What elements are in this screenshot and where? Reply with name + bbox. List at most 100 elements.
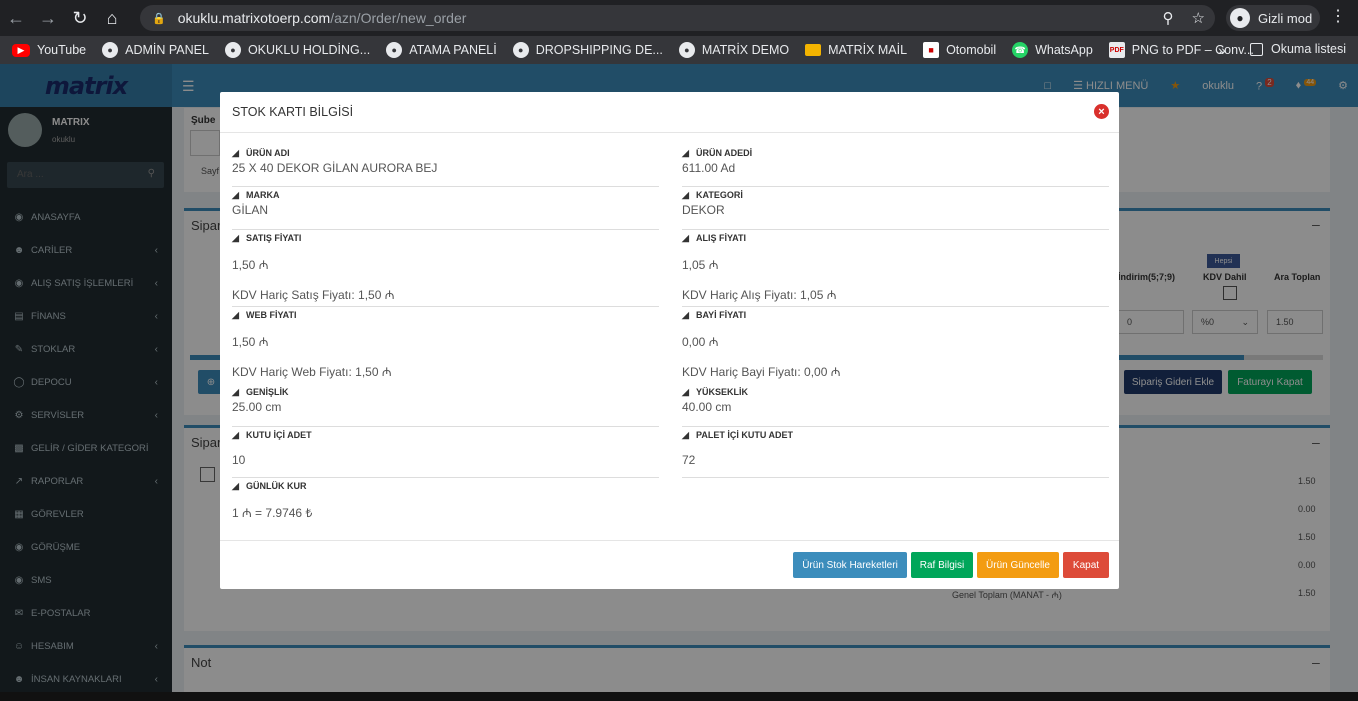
field-genislik: ◢ GENİŞLİK 25.00 cm	[232, 387, 659, 414]
address-bar[interactable]: 🔒 okuklu.matrixotoerp.com /azn/Order/new…	[140, 5, 1215, 31]
reload-icon[interactable]: ↻	[64, 0, 96, 36]
star-icon[interactable]: ☆	[1192, 9, 1205, 27]
divider	[232, 426, 659, 427]
url-host: okuklu.matrixotoerp.com	[177, 10, 331, 26]
incognito-icon: ●	[1230, 8, 1250, 28]
field-urun-adedi: ◢ ÜRÜN ADEDİ 611.00 Ad	[682, 148, 1109, 175]
tag-icon: ◢	[232, 189, 239, 200]
field-yukseklik: ◢ YÜKSEKLİK 40.00 cm	[682, 387, 1109, 414]
tag-icon: ◢	[682, 309, 689, 320]
field-web-fiyati: ◢ WEB FİYATI 1,50 ₼ KDV Hariç Web Fiyatı:…	[232, 310, 659, 380]
divider	[232, 186, 659, 187]
tag-icon: ◢	[232, 429, 239, 440]
web-kdv-haric: KDV Hariç Web Fiyatı: 1,50 ₼	[232, 365, 392, 379]
urun-adi-value: 25 X 40 DEKOR GİLAN AURORA BEJ	[232, 161, 438, 175]
divider	[682, 426, 1109, 427]
reading-list-icon	[1250, 42, 1263, 56]
alis-fiyati-value: 1,05 ₼	[682, 258, 719, 272]
bayi-fiyati-value: 0,00 ₼	[682, 335, 719, 349]
divider	[220, 540, 1119, 541]
raf-bilgisi-button[interactable]: Raf Bilgisi	[911, 552, 973, 578]
browser-menu-icon[interactable]: ⋮	[1330, 6, 1346, 26]
stok-karti-modal: STOK KARTI BİLGİSİ × ◢ ÜRÜN ADI 25 X 40 D…	[220, 92, 1119, 589]
field-palet-ici-kutu-adet: ◢ PALET İÇİ KUTU ADET 72	[682, 430, 1109, 467]
incognito-indicator[interactable]: ● Gizli mod	[1226, 5, 1320, 31]
tag-icon: ◢	[682, 147, 689, 158]
kutu-ici-adet-value: 10	[232, 453, 246, 467]
globe-icon: ●	[678, 42, 695, 58]
home-icon[interactable]: ⌂	[96, 0, 128, 36]
globe-icon: ●	[386, 42, 403, 58]
divider	[220, 132, 1119, 133]
tag-icon: ◢	[232, 309, 239, 320]
tag-icon: ◢	[682, 189, 689, 200]
globe-icon: ●	[512, 42, 529, 58]
png-pdf-icon: PDF	[1108, 42, 1125, 58]
reading-list-button[interactable]: Okuma listesi	[1250, 42, 1346, 56]
bookmark-matrix-mail[interactable]: MATRİX MAİL	[805, 43, 907, 57]
lock-icon: 🔒	[152, 12, 166, 25]
alis-kdv-haric: KDV Hariç Alış Fiyatı: 1,05 ₼	[682, 288, 837, 302]
bookmark-okuklu-holding[interactable]: ● OKUKLU HOLDİNG...	[224, 42, 370, 58]
otomobil-icon: ■	[923, 42, 940, 58]
kategori-value: DEKOR	[682, 203, 725, 217]
field-alis-fiyati: ◢ ALIŞ FİYATI 1,05 ₼ KDV Hariç Alış Fiyat…	[682, 233, 1109, 303]
youtube-icon: ▶	[12, 43, 30, 57]
divider	[232, 306, 659, 307]
bayi-kdv-haric: KDV Hariç Bayi Fiyatı: 0,00 ₼	[682, 365, 841, 379]
zoom-icon[interactable]: ⚲	[1163, 9, 1174, 27]
genislik-value: 25.00 cm	[232, 400, 282, 414]
taskbar-strip	[0, 692, 1358, 701]
tag-icon: ◢	[232, 147, 239, 158]
urun-stok-hareketleri-button[interactable]: Ürün Stok Hareketleri	[793, 552, 907, 578]
divider	[682, 229, 1109, 230]
palet-ici-kutu-adet-value: 72	[682, 453, 696, 467]
url-path: /azn/Order/new_order	[330, 10, 467, 26]
field-urun-adi: ◢ ÜRÜN ADI 25 X 40 DEKOR GİLAN AURORA BEJ	[232, 148, 659, 175]
bookmark-png-to-pdf[interactable]: PDF PNG to PDF – Conv...	[1108, 42, 1254, 58]
bookmark-dropshipping[interactable]: ● DROPSHIPPING DE...	[512, 42, 663, 58]
tag-icon: ◢	[682, 386, 689, 397]
modal-title: STOK KARTI BİLGİSİ	[232, 105, 354, 119]
field-satis-fiyati: ◢ SATIŞ FİYATI 1,50 ₼ KDV Hariç Satış Fiy…	[232, 233, 659, 303]
tag-icon: ◢	[682, 232, 689, 243]
back-icon[interactable]: ←	[0, 0, 32, 36]
field-kutu-ici-adet: ◢ KUTU İÇİ ADET 10	[232, 430, 659, 467]
whatsapp-icon: ☎	[1012, 42, 1029, 58]
close-icon[interactable]: ×	[1094, 104, 1109, 119]
more-bookmarks-button[interactable]: »	[1218, 42, 1226, 58]
kapat-button[interactable]: Kapat	[1063, 552, 1109, 578]
incognito-label: Gizli mod	[1258, 10, 1313, 26]
bookmarks-bar: ▶ YouTube ● ADMİN PANEL ● OKUKLU HOLDİNG...…	[0, 36, 1358, 64]
field-kategori: ◢ KATEGORİ DEKOR	[682, 190, 1109, 217]
globe-icon: ●	[224, 42, 241, 58]
urun-adedi-value: 611.00 Ad	[682, 161, 736, 175]
gunluk-kur-value: 1 ₼ = 7.9746 ₺	[232, 506, 313, 520]
globe-icon: ●	[102, 42, 119, 58]
bookmark-youtube[interactable]: ▶ YouTube	[12, 43, 86, 57]
bookmark-matrix-demo[interactable]: ● MATRİX DEMO	[678, 42, 789, 58]
urun-guncelle-button[interactable]: Ürün Güncelle	[977, 552, 1059, 578]
forward-icon[interactable]: →	[32, 0, 64, 36]
tag-icon: ◢	[232, 232, 239, 243]
mail-icon	[805, 44, 822, 56]
yukseklik-value: 40.00 cm	[682, 400, 732, 414]
tag-icon: ◢	[682, 429, 689, 440]
web-fiyati-value: 1,50 ₼	[232, 335, 269, 349]
field-gunluk-kur: ◢ GÜNLÜK KUR 1 ₼ = 7.9746 ₺	[232, 481, 659, 521]
bookmark-atama-paneli[interactable]: ● ATAMA PANELİ	[386, 42, 497, 58]
marka-value: GİLAN	[232, 203, 269, 217]
field-bayi-fiyati: ◢ BAYİ FİYATI 0,00 ₼ KDV Hariç Bayi Fiyat…	[682, 310, 1109, 380]
field-marka: ◢ MARKA GİLAN	[232, 190, 659, 217]
bookmark-whatsapp[interactable]: ☎ WhatsApp	[1012, 42, 1093, 58]
divider	[232, 477, 659, 478]
bookmark-admin-panel[interactable]: ● ADMİN PANEL	[102, 42, 209, 58]
divider	[682, 186, 1109, 187]
tag-icon: ◢	[232, 480, 239, 491]
tag-icon: ◢	[232, 386, 239, 397]
divider	[682, 306, 1109, 307]
divider	[682, 477, 1109, 478]
satis-kdv-haric: KDV Hariç Satış Fiyatı: 1,50 ₼	[232, 288, 395, 302]
divider	[232, 229, 659, 230]
bookmark-otomobil[interactable]: ■ Otomobil	[923, 42, 996, 58]
